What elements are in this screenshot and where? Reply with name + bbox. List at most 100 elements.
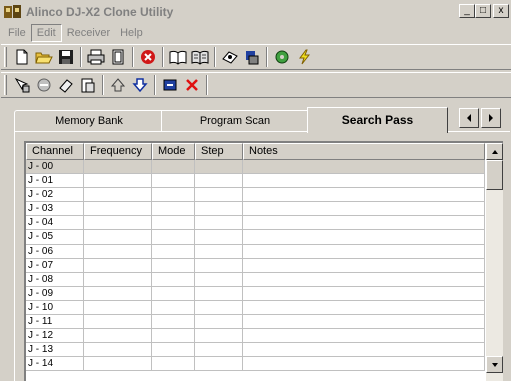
table-row[interactable]: J - 11 bbox=[26, 315, 485, 330]
table-row[interactable]: J - 05 bbox=[26, 230, 485, 245]
move-down-button[interactable] bbox=[129, 74, 151, 96]
cell-channel[interactable]: J - 13 bbox=[26, 343, 84, 358]
cell-frequency[interactable] bbox=[84, 315, 152, 330]
pointer-tool-button[interactable] bbox=[11, 74, 33, 96]
cell-notes[interactable] bbox=[243, 300, 485, 316]
cell-channel[interactable]: J - 00 bbox=[26, 160, 84, 175]
title-bar[interactable]: Alinco DJ-X2 Clone Utility _ □ x bbox=[1, 0, 511, 24]
cell-step[interactable] bbox=[195, 300, 243, 316]
minimize-button[interactable]: _ bbox=[459, 4, 475, 18]
cell-step[interactable] bbox=[195, 216, 243, 231]
table-row[interactable]: J - 07 bbox=[26, 258, 485, 273]
cell-frequency[interactable] bbox=[84, 357, 152, 372]
cell-mode[interactable] bbox=[152, 230, 195, 245]
cell-mode[interactable] bbox=[152, 272, 195, 287]
scroll-up-button[interactable] bbox=[486, 143, 503, 160]
cell-notes[interactable] bbox=[243, 216, 485, 231]
cell-channel[interactable]: J - 07 bbox=[26, 258, 84, 273]
cell-mode[interactable] bbox=[152, 357, 195, 372]
cell-frequency[interactable] bbox=[84, 286, 152, 301]
stop-button[interactable] bbox=[137, 46, 159, 68]
table-row[interactable]: J - 04 bbox=[26, 216, 485, 231]
tab-program-scan[interactable]: Program Scan bbox=[161, 110, 309, 132]
cell-step[interactable] bbox=[195, 343, 243, 358]
cell-frequency[interactable] bbox=[84, 174, 152, 189]
cell-mode[interactable] bbox=[152, 329, 195, 344]
tab-memory-bank[interactable]: Memory Bank bbox=[14, 110, 164, 132]
cell-frequency[interactable] bbox=[84, 244, 152, 259]
cell-notes[interactable] bbox=[243, 230, 485, 245]
column-header-frequency[interactable]: Frequency bbox=[84, 143, 152, 160]
cell-frequency[interactable] bbox=[84, 300, 152, 316]
write-book-button[interactable] bbox=[189, 46, 211, 68]
cell-mode[interactable] bbox=[152, 216, 195, 231]
radio-button[interactable] bbox=[219, 46, 241, 68]
cell-notes[interactable] bbox=[243, 174, 485, 189]
eraser-button[interactable] bbox=[55, 74, 77, 96]
cell-mode[interactable] bbox=[152, 343, 195, 358]
settings-button[interactable] bbox=[271, 46, 293, 68]
maximize-button[interactable]: □ bbox=[475, 4, 491, 18]
cell-notes[interactable] bbox=[243, 202, 485, 217]
cell-notes[interactable] bbox=[243, 357, 485, 372]
column-header-mode[interactable]: Mode bbox=[152, 143, 195, 160]
scrollbar-thumb[interactable] bbox=[486, 160, 503, 190]
cell-channel[interactable]: J - 08 bbox=[26, 272, 84, 287]
table-row[interactable]: J - 14 bbox=[26, 357, 485, 372]
cell-frequency[interactable] bbox=[84, 258, 152, 273]
insert-button[interactable] bbox=[159, 74, 181, 96]
cell-step[interactable] bbox=[195, 244, 243, 259]
cell-step[interactable] bbox=[195, 188, 243, 203]
cell-channel[interactable]: J - 03 bbox=[26, 202, 84, 217]
tab-scroll-left-button[interactable] bbox=[459, 108, 479, 128]
read-book-button[interactable] bbox=[167, 46, 189, 68]
cell-frequency[interactable] bbox=[84, 343, 152, 358]
cell-step[interactable] bbox=[195, 286, 243, 301]
cell-notes[interactable] bbox=[243, 286, 485, 301]
menu-file[interactable]: File bbox=[3, 24, 31, 42]
cell-mode[interactable] bbox=[152, 160, 195, 175]
paste-button[interactable] bbox=[77, 74, 99, 96]
cell-notes[interactable] bbox=[243, 160, 485, 175]
table-row[interactable]: J - 12 bbox=[26, 329, 485, 344]
cell-notes[interactable] bbox=[243, 244, 485, 259]
table-row[interactable]: J - 01 bbox=[26, 174, 485, 189]
move-up-button[interactable] bbox=[107, 74, 129, 96]
cell-step[interactable] bbox=[195, 315, 243, 330]
cell-frequency[interactable] bbox=[84, 188, 152, 203]
cell-channel[interactable]: J - 04 bbox=[26, 216, 84, 231]
table-row[interactable]: J - 08 bbox=[26, 272, 485, 287]
cell-notes[interactable] bbox=[243, 315, 485, 330]
table-row[interactable]: J - 09 bbox=[26, 286, 485, 301]
radio-transfer-button[interactable] bbox=[241, 46, 263, 68]
cell-channel[interactable]: J - 09 bbox=[26, 286, 84, 301]
cell-notes[interactable] bbox=[243, 343, 485, 358]
vertical-scrollbar[interactable] bbox=[486, 143, 503, 381]
column-header-channel[interactable]: Channel bbox=[26, 143, 84, 160]
toolbar-grip[interactable] bbox=[4, 47, 7, 67]
menu-receiver[interactable]: Receiver bbox=[62, 24, 115, 42]
cell-frequency[interactable] bbox=[84, 216, 152, 231]
table-row[interactable]: J - 02 bbox=[26, 188, 485, 203]
lightning-button[interactable] bbox=[293, 46, 315, 68]
table-row[interactable]: J - 10 bbox=[26, 300, 485, 316]
cell-mode[interactable] bbox=[152, 202, 195, 217]
table-row[interactable]: J - 13 bbox=[26, 343, 485, 358]
cell-channel[interactable]: J - 06 bbox=[26, 244, 84, 259]
menu-help[interactable]: Help bbox=[115, 24, 148, 42]
cell-step[interactable] bbox=[195, 258, 243, 273]
open-folder-button[interactable] bbox=[33, 46, 55, 68]
cell-step[interactable] bbox=[195, 160, 243, 175]
cell-frequency[interactable] bbox=[84, 329, 152, 344]
print-button[interactable] bbox=[85, 46, 107, 68]
column-header-notes[interactable]: Notes bbox=[243, 143, 485, 160]
table-row[interactable]: J - 06 bbox=[26, 244, 485, 259]
cell-channel[interactable]: J - 14 bbox=[26, 357, 84, 372]
cell-frequency[interactable] bbox=[84, 272, 152, 287]
cell-step[interactable] bbox=[195, 202, 243, 217]
cell-channel[interactable]: J - 11 bbox=[26, 315, 84, 330]
delete-button[interactable] bbox=[181, 74, 203, 96]
cell-mode[interactable] bbox=[152, 174, 195, 189]
close-button[interactable]: x bbox=[493, 4, 509, 18]
cell-mode[interactable] bbox=[152, 286, 195, 301]
